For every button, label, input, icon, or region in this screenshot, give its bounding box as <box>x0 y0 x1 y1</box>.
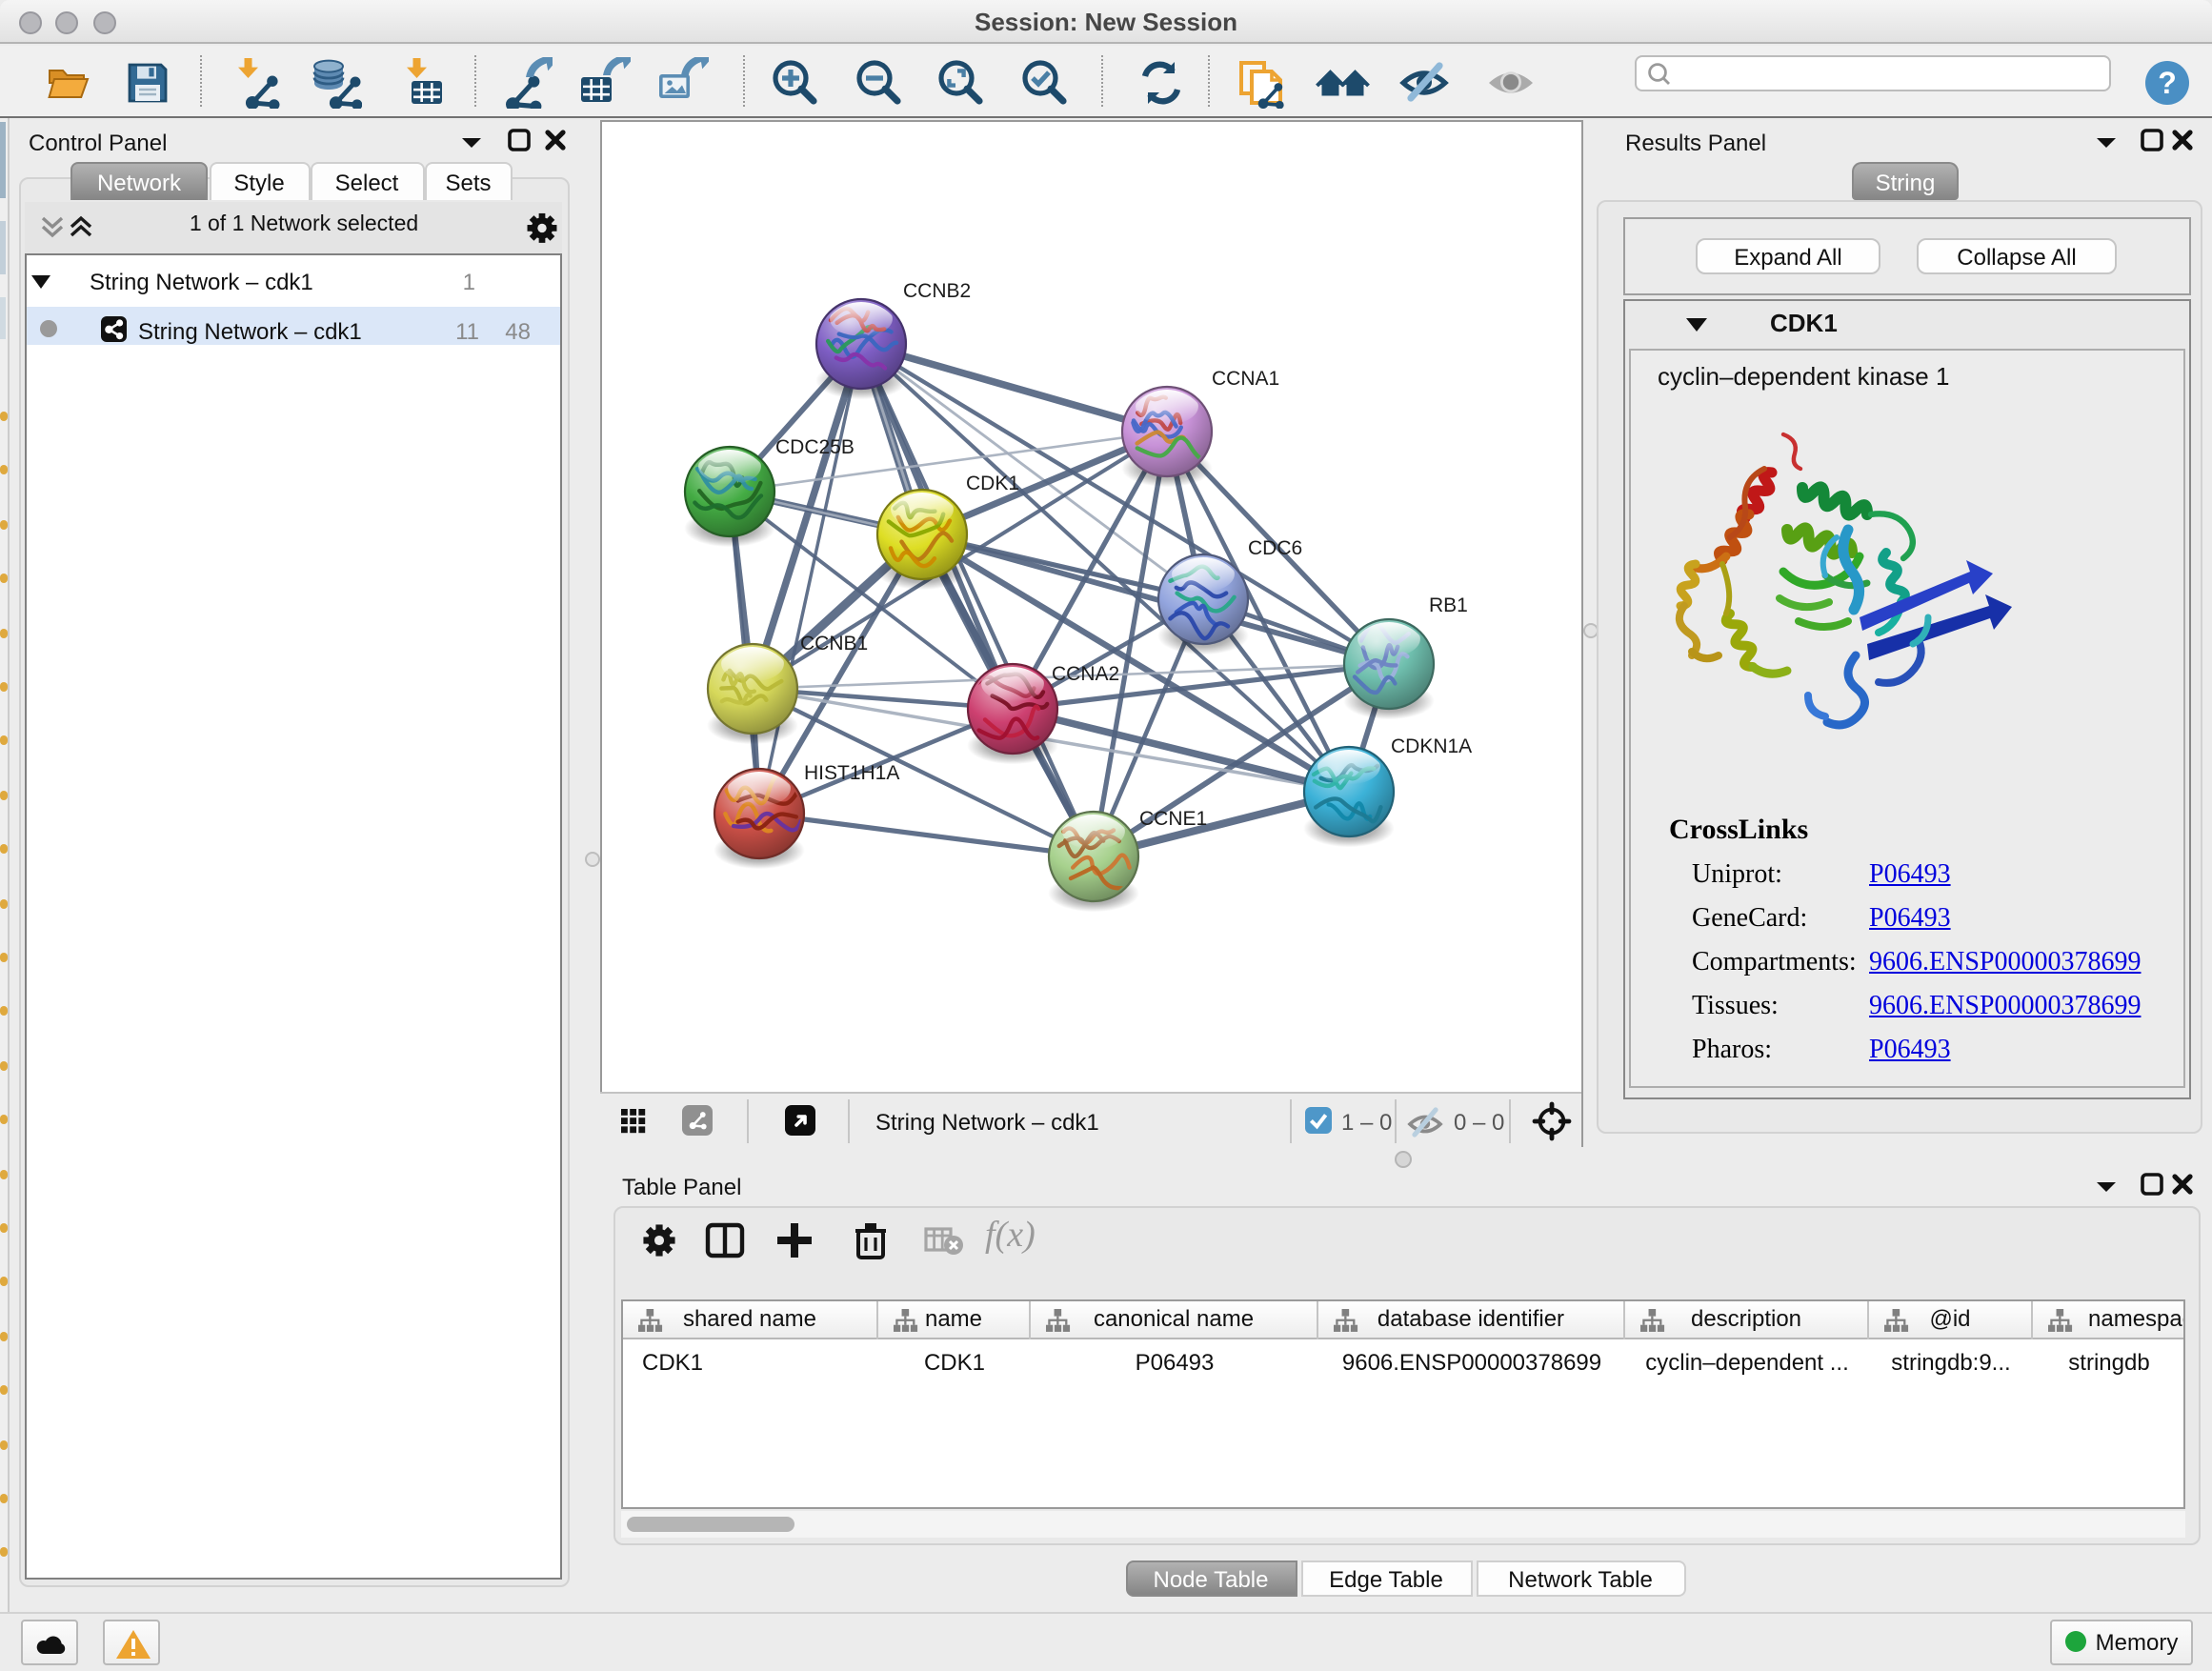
svg-text:CDKN1A: CDKN1A <box>1391 735 1472 756</box>
svg-text:CDC6: CDC6 <box>1248 536 1302 558</box>
svg-text:CCNA1: CCNA1 <box>1212 367 1279 389</box>
svg-text:CDC25B: CDC25B <box>775 435 855 457</box>
svg-text:CCNB2: CCNB2 <box>903 279 971 301</box>
svg-text:HIST1H1A: HIST1H1A <box>804 761 899 783</box>
svg-text:CCNE1: CCNE1 <box>1139 807 1207 829</box>
svg-text:?: ? <box>2158 65 2177 99</box>
svg-text:CDK1: CDK1 <box>966 472 1019 493</box>
svg-text:RB1: RB1 <box>1429 594 1468 615</box>
svg-text:CCNA2: CCNA2 <box>1052 662 1119 684</box>
svg-text:CCNB1: CCNB1 <box>800 632 868 654</box>
